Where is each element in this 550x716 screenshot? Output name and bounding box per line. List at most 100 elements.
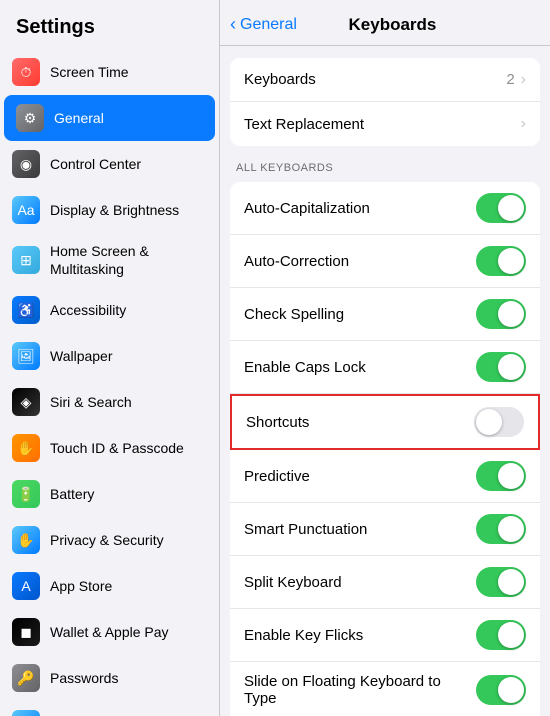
sidebar-item-appstore[interactable]: A App Store	[0, 563, 219, 609]
auto-correct-row[interactable]: Auto-Correction	[230, 235, 540, 288]
caps-lock-toggle-thumb	[498, 354, 524, 380]
main-panel: ‹ General Keyboards Keyboards 2 › Text R…	[220, 0, 550, 716]
sidebar-item-mail[interactable]: ✉Mail	[0, 701, 219, 716]
control-center-icon: ◉	[12, 150, 40, 178]
battery-label: Battery	[50, 485, 94, 503]
display-label: Display & Brightness	[50, 201, 179, 219]
back-label: General	[240, 16, 297, 34]
sidebar-item-accessibility[interactable]: ♿ Accessibility	[0, 287, 219, 333]
split-keyboard-label: Split Keyboard	[244, 574, 342, 591]
siri-icon: ◈	[12, 388, 40, 416]
accessibility-icon: ♿	[12, 296, 40, 324]
keyboard-rows-card: Auto-Capitalization Auto-Correction Check …	[230, 182, 540, 716]
auto-cap-toggle-thumb	[498, 195, 524, 221]
text-replacement-right: ›	[521, 115, 526, 133]
auto-cap-label: Auto-Capitalization	[244, 200, 370, 217]
floating-keyboard-toggle[interactable]	[476, 675, 526, 705]
predictive-toggle-thumb	[498, 463, 524, 489]
screen-time-label: Screen Time	[50, 63, 129, 81]
control-center-label: Control Center	[50, 155, 141, 173]
shortcuts-toggle[interactable]	[474, 407, 524, 437]
key-flicks-label: Enable Key Flicks	[244, 627, 363, 644]
sidebar: Settings ⏱ Screen Time ⚙ General ◉ Control Ce…	[0, 0, 220, 716]
all-keyboards-label: ALL KEYBOARDS	[220, 150, 550, 178]
floating-keyboard-row[interactable]: Slide on Floating Keyboard to Type	[230, 662, 540, 716]
check-spelling-row[interactable]: Check Spelling	[230, 288, 540, 341]
passwords-icon: 🔑	[12, 664, 40, 692]
split-keyboard-row[interactable]: Split Keyboard	[230, 556, 540, 609]
text-replacement-chevron: ›	[521, 115, 526, 133]
wallet-label: Wallet & Apple Pay	[50, 623, 169, 641]
sidebar-item-wallpaper[interactable]: 🖼 Wallpaper	[0, 333, 219, 379]
auto-correct-label: Auto-Correction	[244, 253, 349, 270]
siri-label: Siri & Search	[50, 393, 132, 411]
passwords-label: Passwords	[50, 669, 118, 687]
shortcuts-label: Shortcuts	[246, 414, 309, 431]
key-flicks-toggle[interactable]	[476, 620, 526, 650]
sidebar-item-privacy[interactable]: ✋ Privacy & Security	[0, 517, 219, 563]
predictive-row[interactable]: Predictive	[230, 450, 540, 503]
floating-keyboard-toggle-thumb	[498, 677, 524, 703]
general-label: General	[54, 109, 104, 127]
appstore-icon: A	[12, 572, 40, 600]
sidebar-item-wallet[interactable]: ◼Wallet & Apple Pay	[0, 609, 219, 655]
sidebar-item-battery[interactable]: 🔋Battery	[0, 471, 219, 517]
keyboards-right: 2 ›	[506, 71, 526, 89]
smart-punctuation-toggle[interactable]	[476, 514, 526, 544]
keyboards-chevron: ›	[521, 71, 526, 89]
text-replacement-label: Text Replacement	[244, 116, 364, 133]
keyboards-row[interactable]: Keyboards 2 ›	[230, 58, 540, 102]
sidebar-item-general[interactable]: ⚙ General	[4, 95, 215, 141]
privacy-label: Privacy & Security	[50, 531, 164, 549]
sidebar-item-control-center[interactable]: ◉ Control Center	[0, 141, 219, 187]
caps-lock-label: Enable Caps Lock	[244, 359, 366, 376]
privacy-icon: ✋	[12, 526, 40, 554]
key-flicks-toggle-thumb	[498, 622, 524, 648]
appstore-label: App Store	[50, 577, 112, 595]
mail-icon: ✉	[12, 710, 40, 716]
predictive-label: Predictive	[244, 468, 310, 485]
floating-keyboard-label: Slide on Floating Keyboard to Type	[244, 673, 476, 707]
homescreen-icon: ⊞	[12, 246, 40, 274]
auto-cap-toggle[interactable]	[476, 193, 526, 223]
general-icon: ⚙	[16, 104, 44, 132]
check-spelling-label: Check Spelling	[244, 306, 344, 323]
split-keyboard-toggle-thumb	[498, 569, 524, 595]
auto-correct-toggle-thumb	[498, 248, 524, 274]
wallpaper-icon: 🖼	[12, 342, 40, 370]
accessibility-label: Accessibility	[50, 301, 126, 319]
check-spelling-toggle[interactable]	[476, 299, 526, 329]
sidebar-item-touchid[interactable]: ✋ Touch ID & Passcode	[0, 425, 219, 471]
smart-punctuation-row[interactable]: Smart Punctuation	[230, 503, 540, 556]
caps-lock-row[interactable]: Enable Caps Lock	[230, 341, 540, 394]
sidebar-item-siri[interactable]: ◈ Siri & Search	[0, 379, 219, 425]
key-flicks-row[interactable]: Enable Key Flicks	[230, 609, 540, 662]
split-keyboard-toggle[interactable]	[476, 567, 526, 597]
auto-correct-toggle[interactable]	[476, 246, 526, 276]
back-chevron-icon: ‹	[230, 14, 236, 35]
sidebar-title: Settings	[0, 0, 219, 49]
wallpaper-label: Wallpaper	[50, 347, 113, 365]
screen-time-icon: ⏱	[12, 58, 40, 86]
sidebar-item-screen-time[interactable]: ⏱ Screen Time	[0, 49, 219, 95]
touchid-icon: ✋	[12, 434, 40, 462]
sidebar-item-passwords[interactable]: 🔑 Passwords	[0, 655, 219, 701]
predictive-toggle[interactable]	[476, 461, 526, 491]
sidebar-item-display[interactable]: Aa Display & Brightness	[0, 187, 219, 233]
shortcuts-row[interactable]: Shortcuts	[230, 394, 540, 450]
smart-punctuation-label: Smart Punctuation	[244, 521, 367, 538]
shortcuts-toggle-thumb	[476, 409, 502, 435]
keyboards-value: 2	[506, 71, 514, 88]
sidebar-item-homescreen[interactable]: ⊞Home Screen & Multitasking	[0, 233, 219, 287]
smart-punctuation-toggle-thumb	[498, 516, 524, 542]
keyboards-label: Keyboards	[244, 71, 316, 88]
top-rows-card: Keyboards 2 › Text Replacement ›	[230, 58, 540, 146]
display-icon: Aa	[12, 196, 40, 224]
text-replacement-row[interactable]: Text Replacement ›	[230, 102, 540, 146]
auto-cap-row[interactable]: Auto-Capitalization	[230, 182, 540, 235]
back-button[interactable]: ‹ General	[230, 14, 297, 35]
panel-title: Keyboards	[301, 15, 484, 35]
panel-header: ‹ General Keyboards	[220, 0, 550, 46]
touchid-label: Touch ID & Passcode	[50, 439, 184, 457]
caps-lock-toggle[interactable]	[476, 352, 526, 382]
